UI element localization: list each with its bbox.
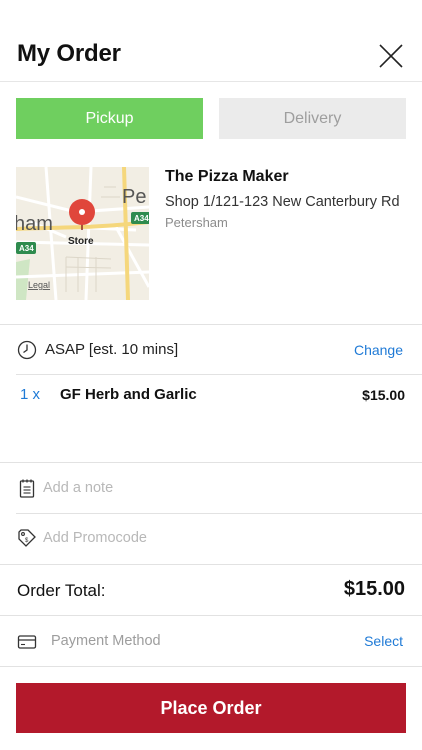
map-legal-link[interactable]: Legal — [28, 280, 50, 290]
divider — [0, 666, 422, 667]
header: My Order — [0, 0, 422, 82]
map-place-label-1: Pe — [122, 186, 146, 208]
note-input[interactable] — [43, 476, 403, 500]
delivery-tab[interactable]: Delivery — [219, 98, 406, 139]
pickup-tab[interactable]: Pickup — [16, 98, 203, 139]
clock-icon — [17, 340, 37, 360]
road-badge-left: A34 — [19, 244, 34, 253]
road-badge-right: A34 — [134, 214, 149, 223]
order-total-value: $15.00 — [343, 578, 405, 600]
change-time-link[interactable]: Change — [354, 342, 403, 358]
pickup-time: ASAP [est. 10 mins] — [45, 341, 179, 358]
item-name: GF Herb and Garlic — [60, 386, 197, 403]
divider — [0, 324, 422, 325]
promocode-input[interactable] — [43, 526, 403, 550]
divider — [0, 462, 422, 463]
select-payment-link[interactable]: Select — [364, 633, 403, 649]
credit-card-icon — [17, 635, 37, 649]
delivery-tab-label: Delivery — [283, 109, 342, 127]
page-title: My Order — [17, 40, 121, 67]
divider — [0, 564, 422, 565]
close-icon[interactable] — [378, 43, 404, 69]
payment-method-label: Payment Method — [51, 633, 161, 649]
store-suburb: Petersham — [165, 215, 228, 230]
map-graphic: A34 A34 Pe ham Legal Store — [16, 167, 149, 300]
notepad-icon — [19, 479, 35, 498]
coupon-tag-icon: $ — [18, 529, 36, 547]
store-map[interactable]: A34 A34 Pe ham Legal Store — [16, 167, 149, 300]
map-store-label: Store — [68, 236, 94, 247]
divider — [0, 615, 422, 616]
item-quantity: 1 x — [20, 386, 41, 403]
order-total-label: Order Total: — [17, 581, 106, 600]
divider — [16, 374, 422, 375]
place-order-button[interactable]: Place Order — [16, 683, 406, 733]
store-address: Shop 1/121-123 New Canterbury Rd — [165, 194, 400, 210]
map-place-label-2: ham — [16, 213, 53, 235]
item-price: $15.00 — [362, 387, 405, 403]
store-name: The Pizza Maker — [165, 168, 289, 185]
divider — [16, 513, 422, 514]
pickup-tab-label: Pickup — [85, 109, 134, 127]
